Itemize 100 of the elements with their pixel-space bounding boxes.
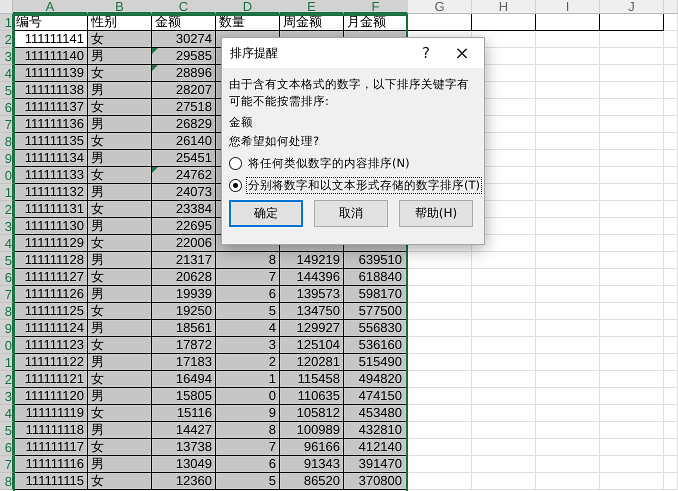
table-cell: 111111117: [13, 439, 88, 456]
row-number[interactable]: 0: [0, 337, 13, 354]
table-cell: 432810: [344, 422, 408, 439]
column-header[interactable]: B: [88, 0, 152, 14]
dialog-button[interactable]: 取消: [314, 200, 388, 227]
table-cell: 111111120: [13, 388, 88, 405]
table-cell: 111111116: [13, 456, 88, 473]
table-cell: 24762: [152, 167, 216, 184]
table-cell: 女: [88, 201, 152, 218]
row-number[interactable]: 7: [0, 456, 13, 473]
column-header[interactable]: J: [600, 0, 664, 14]
table-cell: 19250: [152, 303, 216, 320]
table-cell: 111111125: [13, 303, 88, 320]
row-number[interactable]: 4: [0, 405, 13, 422]
radio-button[interactable]: [229, 178, 242, 192]
row-number[interactable]: 2: [0, 31, 13, 48]
row-number[interactable]: 1: [0, 14, 13, 31]
row-number[interactable]: 4: [0, 65, 13, 82]
column-header[interactable]: H: [472, 0, 536, 14]
row-number[interactable]: 3: [0, 388, 13, 405]
dialog-button[interactable]: 确定: [229, 200, 303, 227]
row-number[interactable]: 1: [0, 354, 13, 371]
help-button[interactable]: ?: [408, 39, 444, 67]
table-cell: 26140: [152, 133, 216, 150]
row-number[interactable]: 7: [0, 116, 13, 133]
radio-button[interactable]: [229, 156, 242, 170]
table-cell: 5: [216, 303, 280, 320]
table-cell: 111111127: [13, 269, 88, 286]
table-cell: 女: [88, 303, 152, 320]
table-cell: 111111139: [13, 65, 88, 82]
row-number[interactable]: 5: [0, 82, 13, 99]
column-header[interactable]: D: [216, 0, 280, 14]
table-cell: 1: [216, 371, 280, 388]
table-cell: 女: [88, 371, 152, 388]
row-number[interactable]: 8: [0, 303, 13, 320]
row-number[interactable]: 2: [0, 371, 13, 388]
row-number[interactable]: 7: [0, 286, 13, 303]
table-cell: 111111115: [13, 473, 88, 490]
column-header[interactable]: I: [536, 0, 600, 14]
column-header[interactable]: F: [344, 0, 408, 14]
table-cell: 9: [216, 405, 280, 422]
table-cell: 男: [88, 286, 152, 303]
row-number[interactable]: 1: [0, 184, 13, 201]
row-number[interactable]: 6: [0, 439, 13, 456]
table-cell: 0: [216, 388, 280, 405]
table-cell: 25451: [152, 150, 216, 167]
row-number[interactable]: 9: [0, 320, 13, 337]
table-cell: 111111137: [13, 99, 88, 116]
table-cell: 29585: [152, 48, 216, 65]
table-cell: 125104: [280, 337, 344, 354]
table-cell: 13049: [152, 456, 216, 473]
column-header[interactable]: A: [13, 0, 88, 14]
row-number[interactable]: 3: [0, 218, 13, 235]
row-number[interactable]: 6: [0, 99, 13, 116]
table-cell: 男: [88, 184, 152, 201]
table-cell: 111111141: [13, 31, 88, 48]
table-cell: 女: [88, 31, 152, 48]
option-label[interactable]: 分别将数字和以文本形式存储的数字排序(T): [246, 176, 482, 194]
column-header[interactable]: E: [280, 0, 344, 14]
table-cell: 134750: [280, 303, 344, 320]
table-cell: 20628: [152, 269, 216, 286]
table-cell: 139573: [280, 286, 344, 303]
row-number[interactable]: 5: [0, 422, 13, 439]
table-cell: 15116: [152, 405, 216, 422]
sort-key-label: 金额: [229, 114, 254, 131]
table-cell: 3: [216, 337, 280, 354]
row-number[interactable]: 6: [0, 269, 13, 286]
row-number[interactable]: 0: [0, 167, 13, 184]
option-label[interactable]: 将任何类似数字的内容排序(N): [246, 154, 412, 172]
table-cell: 19939: [152, 286, 216, 303]
dialog-button[interactable]: 帮助(H): [399, 200, 473, 227]
row-number[interactable]: 8: [0, 473, 13, 490]
table-cell: 2: [216, 354, 280, 371]
table-cell: 111111122: [13, 354, 88, 371]
table-cell: 7: [216, 439, 280, 456]
row-number[interactable]: 2: [0, 201, 13, 218]
table-cell: 8: [216, 252, 280, 269]
row-number[interactable]: 8: [0, 133, 13, 150]
row-number[interactable]: 5: [0, 252, 13, 269]
table-cell: 男: [88, 116, 152, 133]
column-header[interactable]: G: [408, 0, 472, 14]
row-number[interactable]: 4: [0, 235, 13, 252]
table-cell: 女: [88, 133, 152, 150]
table-cell: 111111134: [13, 150, 88, 167]
row-number[interactable]: 3: [0, 48, 13, 65]
table-cell: 111111124: [13, 320, 88, 337]
table-cell: 女: [88, 235, 152, 252]
table-cell: 15805: [152, 388, 216, 405]
table-cell: 男: [88, 388, 152, 405]
table-cell: 男: [88, 150, 152, 167]
column-header[interactable]: C: [152, 0, 216, 14]
row-number[interactable]: 9: [0, 150, 13, 167]
table-cell: 111111123: [13, 337, 88, 354]
table-cell: 91343: [280, 456, 344, 473]
table-cell: 494820: [344, 371, 408, 388]
table-cell: 22006: [152, 235, 216, 252]
table-cell: 24073: [152, 184, 216, 201]
table-cell: 18561: [152, 320, 216, 337]
table-cell: 16494: [152, 371, 216, 388]
close-button[interactable]: ×: [444, 39, 480, 67]
